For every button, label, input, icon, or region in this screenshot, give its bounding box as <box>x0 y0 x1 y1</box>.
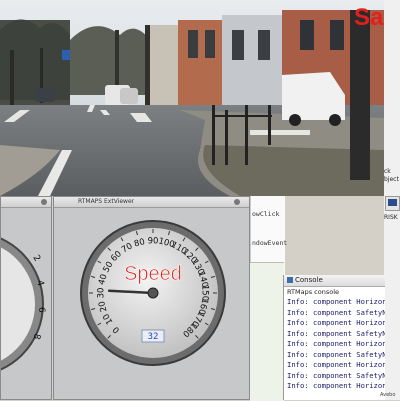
needle-hub <box>147 287 159 299</box>
speed-window-title: RTMAPS ExtViewer <box>78 198 135 205</box>
console-line: Info: component Horizon_Ele <box>287 318 385 327</box>
right-label-risk: RISK <box>384 214 398 221</box>
console-line: Info: component SafetyNex <box>287 349 385 359</box>
camera-view: Safety <box>0 0 384 196</box>
console-panel: Console RTMaps console Info: component H… <box>283 275 385 400</box>
close-icon[interactable] <box>234 199 240 205</box>
status-text: Avebo <box>380 392 396 398</box>
right-label-1: ck <box>384 168 391 175</box>
speed-label: Speed <box>124 263 182 285</box>
console-log: Info: component Horizon_EleInfo: compone… <box>284 297 385 392</box>
code-line: owClick <box>252 210 280 218</box>
monitor-icon <box>388 199 397 206</box>
console-line: Info: component Horizon_Ele <box>287 381 385 390</box>
outline-panel <box>250 262 284 401</box>
code-line: ndowEvent <box>252 239 288 247</box>
console-line: Info: component SafetyNex <box>287 307 385 317</box>
console-line: Info: component SafetyNex <box>287 370 385 380</box>
console-header: RTMaps console <box>287 288 340 296</box>
console-line: Info: component Horizon_Ele <box>287 339 385 348</box>
street-scene-image <box>0 0 384 196</box>
console-tab-label: Console <box>295 276 323 284</box>
right-label-2: bject <box>384 176 399 183</box>
speed-gauge-titlebar[interactable]: RTMAPS ExtViewer <box>54 197 249 208</box>
left-gauge-tick-label: 2 <box>30 254 42 264</box>
speed-tick-label: 30 <box>97 288 107 299</box>
digital-speed-value: 32 <box>148 332 159 342</box>
close-icon[interactable] <box>41 199 47 205</box>
left-gauge-window: 2 4 6 8 <box>0 196 52 400</box>
left-gauge-dial: 2 4 6 8 <box>1 237 46 371</box>
speed-gauge-window: RTMAPS ExtViewer 0 10 20 30 40 50 60 70 80 90 100 1… <box>53 196 250 400</box>
console-tab[interactable]: Console <box>284 275 385 287</box>
console-line: Info: component SafetyNex <box>287 328 385 338</box>
speed-gauge-dial: 01020304050607080 90100110120130140150160… <box>80 220 226 366</box>
console-line: Info: component Horizon_Ele <box>287 360 385 369</box>
safety-title: Safety <box>354 4 384 31</box>
left-gauge-titlebar[interactable] <box>1 197 51 208</box>
console-line: Info: component Horizon_Ele <box>287 297 385 306</box>
risk-thumbnail[interactable] <box>385 196 400 211</box>
console-icon <box>287 277 293 283</box>
left-gauge-tick-label: 6 <box>36 307 46 313</box>
